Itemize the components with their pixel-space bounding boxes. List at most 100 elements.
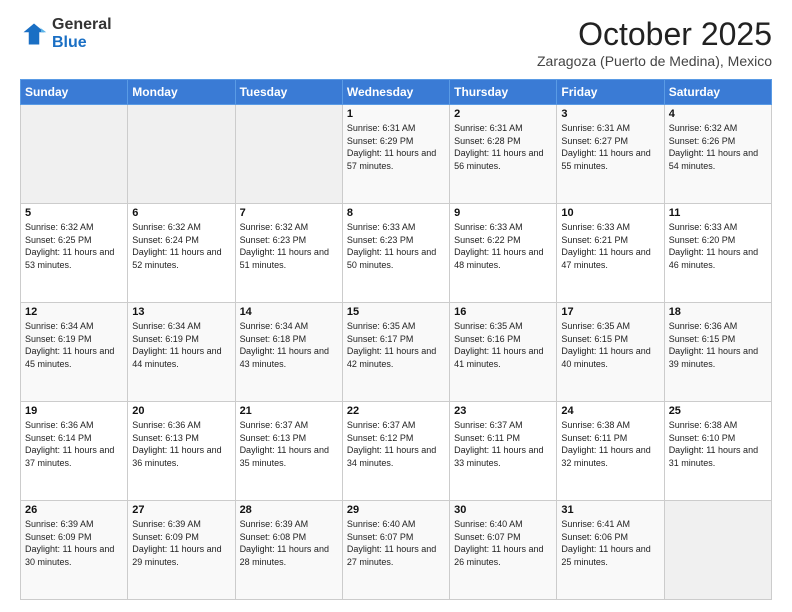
day-number: 10: [561, 207, 659, 219]
calendar-week-4: 26 Sunrise: 6:39 AM Sunset: 6:09 PM Dayli…: [21, 501, 772, 600]
day-number: 11: [669, 207, 767, 219]
header: General Blue October 2025 Zaragoza (Puer…: [20, 16, 772, 69]
day-number: 5: [25, 207, 123, 219]
subtitle: Zaragoza (Puerto de Medina), Mexico: [537, 53, 772, 69]
calendar-cell: 27 Sunrise: 6:39 AM Sunset: 6:09 PM Dayli…: [128, 501, 235, 600]
logo-general-text: General: [52, 16, 112, 34]
calendar-cell: 24 Sunrise: 6:38 AM Sunset: 6:11 PM Dayli…: [557, 402, 664, 501]
day-info: Sunrise: 6:35 AM Sunset: 6:15 PM Dayligh…: [561, 320, 659, 370]
day-info: Sunrise: 6:32 AM Sunset: 6:26 PM Dayligh…: [669, 122, 767, 172]
calendar-week-1: 5 Sunrise: 6:32 AM Sunset: 6:25 PM Daylig…: [21, 204, 772, 303]
day-info: Sunrise: 6:31 AM Sunset: 6:29 PM Dayligh…: [347, 122, 445, 172]
calendar-cell: 2Sunrise: 6:31 AM Sunset: 6:28 PM Daylig…: [450, 105, 557, 204]
calendar-cell: 7Sunrise: 6:32 AM Sunset: 6:23 PM Daylig…: [235, 204, 342, 303]
header-row: Sunday Monday Tuesday Wednesday Thursday…: [21, 80, 772, 105]
day-info: Sunrise: 6:34 AM Sunset: 6:19 PM Dayligh…: [132, 320, 230, 370]
calendar-cell: 28Sunrise: 6:39 AM Sunset: 6:08 PM Dayli…: [235, 501, 342, 600]
day-number: 24: [561, 405, 659, 417]
calendar-cell: 26Sunrise: 6:39 AM Sunset: 6:09 PM Dayli…: [21, 501, 128, 600]
day-number: 20: [132, 405, 230, 417]
month-title: October 2025: [537, 16, 772, 53]
day-info: Sunrise: 6:39 AM Sunset: 6:09 PM Dayligh…: [132, 518, 230, 568]
calendar-cell: 25 Sunrise: 6:38 AM Sunset: 6:10 PM Dayli…: [664, 402, 771, 501]
day-number: 12: [25, 306, 123, 318]
calendar-cell: [21, 105, 128, 204]
calendar-cell: 30 Sunrise: 6:40 AM Sunset: 6:07 PM Dayli…: [450, 501, 557, 600]
day-number: 15: [347, 306, 445, 318]
day-number: 23: [454, 405, 552, 417]
day-info: Sunrise: 6:33 AM Sunset: 6:20 PM Dayligh…: [669, 221, 767, 271]
day-info: Sunrise: 6:32 AM Sunset: 6:23 PM Dayligh…: [240, 221, 338, 271]
logo: General Blue: [20, 16, 112, 51]
day-info: Sunrise: 6:36 AM Sunset: 6:14 PM Dayligh…: [25, 419, 123, 469]
day-number: 30: [454, 504, 552, 516]
day-number: 22: [347, 405, 445, 417]
day-number: 1: [347, 108, 445, 120]
day-info: Sunrise: 6:35 AM Sunset: 6:16 PM Dayligh…: [454, 320, 552, 370]
calendar-cell: 19Sunrise: 6:36 AM Sunset: 6:14 PM Dayli…: [21, 402, 128, 501]
day-number: 26: [25, 504, 123, 516]
col-thursday: Thursday: [450, 80, 557, 105]
day-info: Sunrise: 6:38 AM Sunset: 6:11 PM Dayligh…: [561, 419, 659, 469]
calendar-cell: 20 Sunrise: 6:36 AM Sunset: 6:13 PM Dayli…: [128, 402, 235, 501]
day-number: 29: [347, 504, 445, 516]
day-info: Sunrise: 6:33 AM Sunset: 6:23 PM Dayligh…: [347, 221, 445, 271]
day-number: 17: [561, 306, 659, 318]
day-number: 25: [669, 405, 767, 417]
calendar-cell: 5 Sunrise: 6:32 AM Sunset: 6:25 PM Daylig…: [21, 204, 128, 303]
calendar-cell: [235, 105, 342, 204]
day-number: 28: [240, 504, 338, 516]
calendar-cell: 17 Sunrise: 6:35 AM Sunset: 6:15 PM Dayli…: [557, 303, 664, 402]
calendar-week-2: 12 Sunrise: 6:34 AM Sunset: 6:19 PM Dayli…: [21, 303, 772, 402]
calendar-cell: 12 Sunrise: 6:34 AM Sunset: 6:19 PM Dayli…: [21, 303, 128, 402]
calendar-cell: 8Sunrise: 6:33 AM Sunset: 6:23 PM Daylig…: [342, 204, 449, 303]
day-info: Sunrise: 6:36 AM Sunset: 6:15 PM Dayligh…: [669, 320, 767, 370]
day-info: Sunrise: 6:33 AM Sunset: 6:22 PM Dayligh…: [454, 221, 552, 271]
col-wednesday: Wednesday: [342, 80, 449, 105]
calendar-week-0: 1 Sunrise: 6:31 AM Sunset: 6:29 PM Daylig…: [21, 105, 772, 204]
calendar-body: 1 Sunrise: 6:31 AM Sunset: 6:29 PM Daylig…: [21, 105, 772, 600]
calendar-cell: 16 Sunrise: 6:35 AM Sunset: 6:16 PM Dayli…: [450, 303, 557, 402]
calendar-cell: 9Sunrise: 6:33 AM Sunset: 6:22 PM Daylig…: [450, 204, 557, 303]
calendar-cell: 13 Sunrise: 6:34 AM Sunset: 6:19 PM Dayli…: [128, 303, 235, 402]
day-info: Sunrise: 6:37 AM Sunset: 6:13 PM Dayligh…: [240, 419, 338, 469]
calendar-cell: 21 Sunrise: 6:37 AM Sunset: 6:13 PM Dayli…: [235, 402, 342, 501]
col-tuesday: Tuesday: [235, 80, 342, 105]
calendar-cell: 4 Sunrise: 6:32 AM Sunset: 6:26 PM Daylig…: [664, 105, 771, 204]
calendar-cell: 10Sunrise: 6:33 AM Sunset: 6:21 PM Dayli…: [557, 204, 664, 303]
calendar-cell: 22 Sunrise: 6:37 AM Sunset: 6:12 PM Dayli…: [342, 402, 449, 501]
day-info: Sunrise: 6:34 AM Sunset: 6:19 PM Dayligh…: [25, 320, 123, 370]
day-number: 2: [454, 108, 552, 120]
calendar-cell: 1 Sunrise: 6:31 AM Sunset: 6:29 PM Daylig…: [342, 105, 449, 204]
calendar-cell: 3 Sunrise: 6:31 AM Sunset: 6:27 PM Daylig…: [557, 105, 664, 204]
calendar-cell: 31Sunrise: 6:41 AM Sunset: 6:06 PM Dayli…: [557, 501, 664, 600]
calendar-cell: [128, 105, 235, 204]
day-info: Sunrise: 6:38 AM Sunset: 6:10 PM Dayligh…: [669, 419, 767, 469]
day-number: 3: [561, 108, 659, 120]
day-info: Sunrise: 6:36 AM Sunset: 6:13 PM Dayligh…: [132, 419, 230, 469]
calendar-cell: 14 Sunrise: 6:34 AM Sunset: 6:18 PM Dayli…: [235, 303, 342, 402]
day-info: Sunrise: 6:37 AM Sunset: 6:12 PM Dayligh…: [347, 419, 445, 469]
col-saturday: Saturday: [664, 80, 771, 105]
day-number: 27: [132, 504, 230, 516]
day-number: 6: [132, 207, 230, 219]
col-sunday: Sunday: [21, 80, 128, 105]
day-number: 14: [240, 306, 338, 318]
day-number: 4: [669, 108, 767, 120]
day-number: 13: [132, 306, 230, 318]
day-number: 16: [454, 306, 552, 318]
logo-blue-text: Blue: [52, 34, 112, 52]
day-info: Sunrise: 6:31 AM Sunset: 6:27 PM Dayligh…: [561, 122, 659, 172]
logo-icon: [20, 20, 48, 48]
day-info: Sunrise: 6:37 AM Sunset: 6:11 PM Dayligh…: [454, 419, 552, 469]
day-info: Sunrise: 6:35 AM Sunset: 6:17 PM Dayligh…: [347, 320, 445, 370]
calendar-week-3: 19Sunrise: 6:36 AM Sunset: 6:14 PM Dayli…: [21, 402, 772, 501]
day-info: Sunrise: 6:40 AM Sunset: 6:07 PM Dayligh…: [454, 518, 552, 568]
calendar-cell: 15 Sunrise: 6:35 AM Sunset: 6:17 PM Dayli…: [342, 303, 449, 402]
day-info: Sunrise: 6:32 AM Sunset: 6:25 PM Dayligh…: [25, 221, 123, 271]
col-monday: Monday: [128, 80, 235, 105]
calendar-cell: 18Sunrise: 6:36 AM Sunset: 6:15 PM Dayli…: [664, 303, 771, 402]
day-number: 21: [240, 405, 338, 417]
day-info: Sunrise: 6:34 AM Sunset: 6:18 PM Dayligh…: [240, 320, 338, 370]
calendar-table: Sunday Monday Tuesday Wednesday Thursday…: [20, 79, 772, 600]
